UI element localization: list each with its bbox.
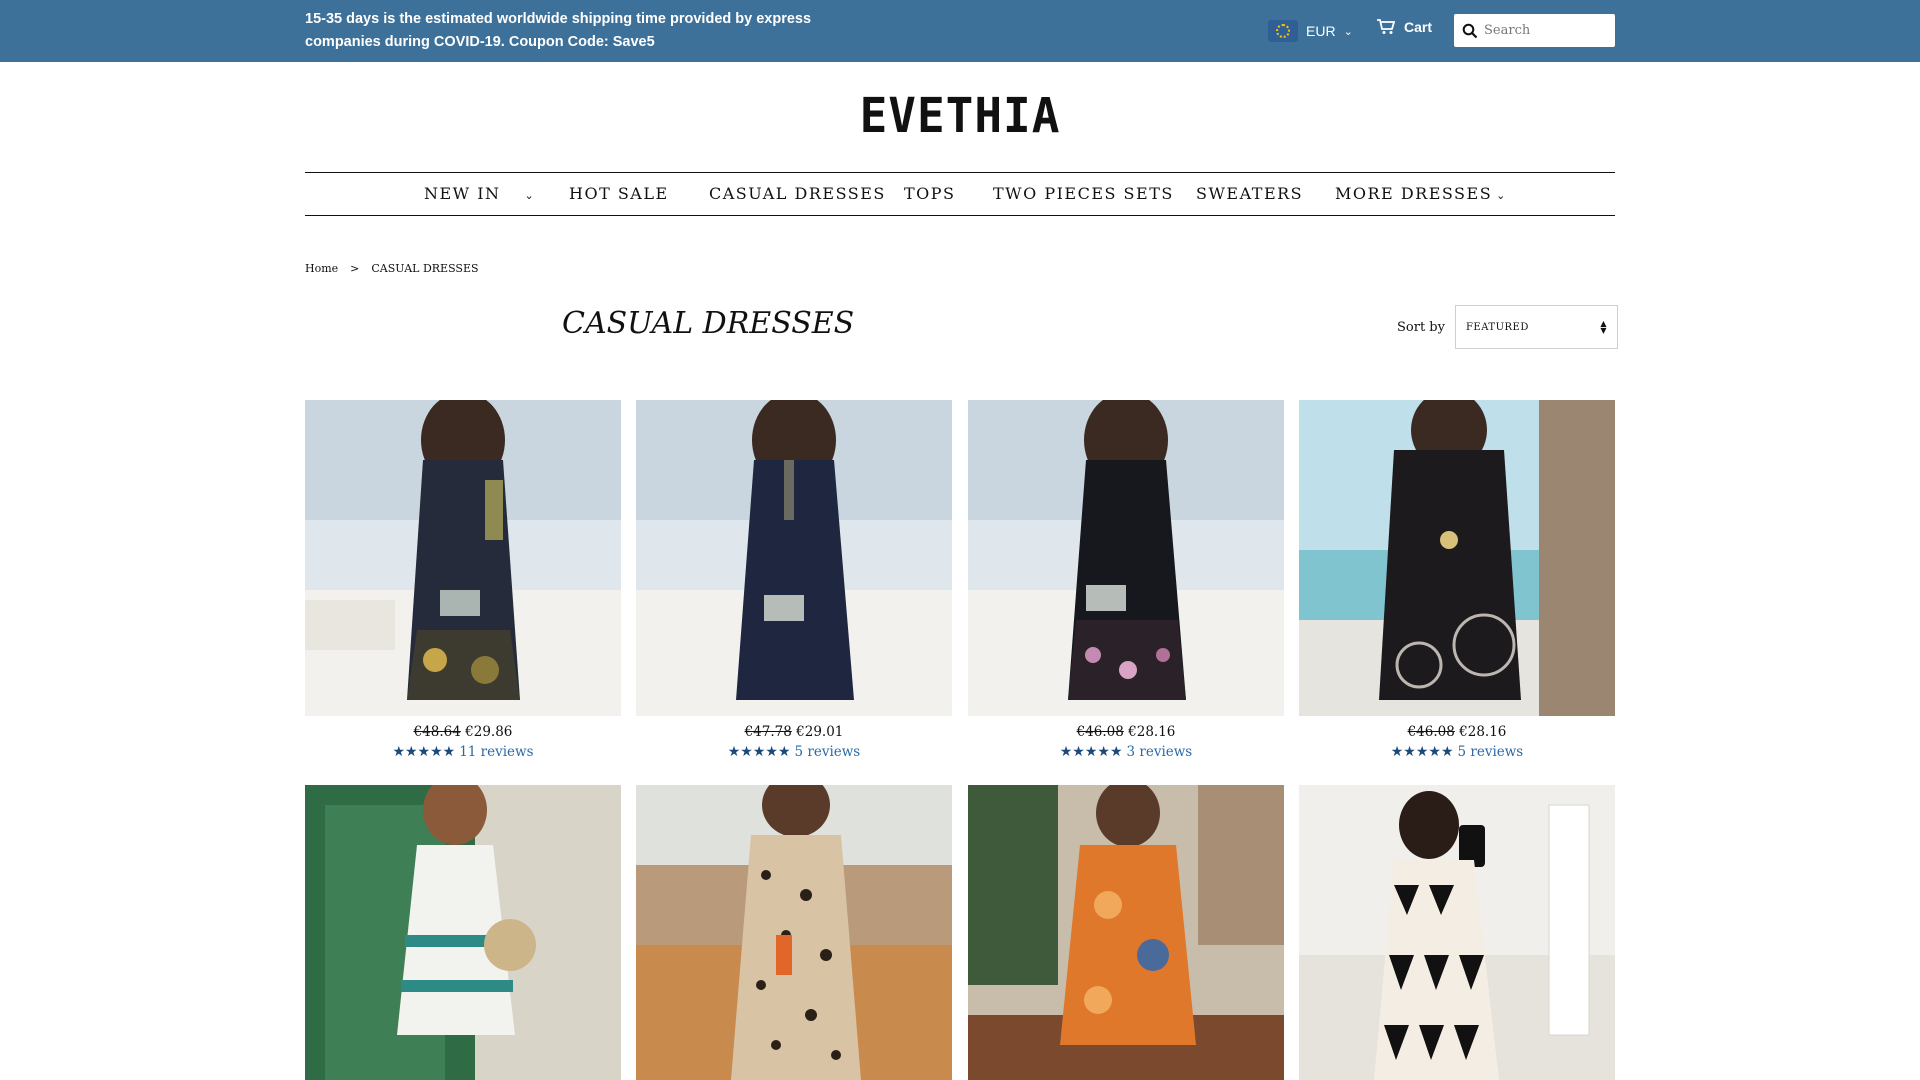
product-card[interactable] — [305, 785, 621, 1080]
nav-item-new-in[interactable]: NEW IN ⌄ — [424, 184, 535, 203]
sale-price: €29.01 — [796, 724, 844, 740]
product-image[interactable] — [968, 785, 1284, 1080]
product-price: €46.08 €28.16 — [1299, 724, 1615, 740]
page-title: CASUAL DRESSES — [562, 306, 855, 341]
star-rating-icon: ★★★★★ — [392, 744, 456, 760]
product-card[interactable]: €47.78 €29.01 ★★★★★ 5 reviews — [636, 400, 952, 760]
chevron-down-icon: ⌄ — [1343, 24, 1353, 38]
reviews-link[interactable]: 5 reviews — [1458, 744, 1524, 760]
nav-label: TOPS — [904, 184, 956, 203]
product-image[interactable] — [636, 785, 952, 1080]
product-image[interactable] — [968, 400, 1284, 716]
original-price: €47.78 — [744, 724, 792, 740]
sale-price: €29.86 — [465, 724, 513, 740]
star-rating-icon: ★★★★★ — [727, 744, 791, 760]
sort-label: Sort by — [1397, 319, 1445, 335]
product-image[interactable] — [305, 400, 621, 716]
product-image[interactable] — [1299, 400, 1615, 716]
product-image[interactable] — [636, 400, 952, 716]
nav-label: MORE DRESSES — [1335, 184, 1493, 203]
sort-control: Sort by FEATURED ▲ ▼ — [1397, 305, 1618, 349]
search-box[interactable] — [1454, 14, 1615, 47]
product-rating: ★★★★★ 5 reviews — [1299, 744, 1615, 760]
product-card[interactable]: €48.64 €29.86 ★★★★★ 11 reviews — [305, 400, 621, 760]
nav-label: SWEATERS — [1196, 184, 1304, 203]
breadcrumb-home[interactable]: Home — [305, 262, 338, 275]
nav-item-more-dresses[interactable]: MORE DRESSES ⌄ — [1335, 184, 1507, 203]
nav-item-tops[interactable]: TOPS — [904, 184, 956, 203]
sort-select[interactable]: FEATURED ▲ ▼ — [1454, 305, 1618, 349]
nav-label: HOT SALE — [569, 184, 669, 203]
star-rating-icon: ★★★★★ — [1390, 744, 1454, 760]
nav-item-hot-sale[interactable]: HOT SALE — [569, 184, 669, 203]
site-logo[interactable]: EVETHIA — [0, 87, 1920, 144]
currency-label: EUR — [1306, 23, 1336, 39]
product-price: €48.64 €29.86 — [305, 724, 621, 740]
product-image[interactable] — [305, 785, 621, 1080]
product-rating: ★★★★★ 3 reviews — [968, 744, 1284, 760]
product-card[interactable]: €46.08 €28.16 ★★★★★ 3 reviews — [968, 400, 1284, 760]
nav-label: TWO PIECES SETS — [993, 184, 1174, 203]
nav-label: NEW IN — [424, 184, 501, 203]
chevron-down-icon: ⌄ — [1496, 189, 1507, 202]
breadcrumb-separator: > — [350, 262, 360, 275]
nav-item-sweaters[interactable]: SWEATERS — [1196, 184, 1303, 203]
announcement-text: 15-35 days is the estimated worldwide sh… — [305, 11, 812, 50]
cart-label: Cart — [1404, 19, 1433, 35]
sale-price: €28.16 — [1128, 724, 1176, 740]
star-rating-icon: ★★★★★ — [1059, 744, 1123, 760]
currency-selector[interactable]: EUR ⌄ — [1268, 17, 1353, 45]
chevron-down-icon: ⌄ — [504, 189, 536, 202]
product-card[interactable] — [1299, 785, 1615, 1080]
nav-item-casual-dresses[interactable]: CASUAL DRESSES — [709, 184, 886, 203]
search-input[interactable] — [1484, 23, 1612, 38]
product-rating: ★★★★★ 11 reviews — [305, 744, 621, 760]
product-price: €46.08 €28.16 — [968, 724, 1284, 740]
reviews-link[interactable]: 3 reviews — [1127, 744, 1193, 760]
product-card[interactable]: €46.08 €28.16 ★★★★★ 5 reviews — [1299, 400, 1615, 760]
eu-flag-icon — [1268, 20, 1298, 42]
product-card[interactable] — [636, 785, 952, 1080]
reviews-link[interactable]: 11 reviews — [459, 744, 533, 760]
announcement-bar: 15-35 days is the estimated worldwide sh… — [0, 0, 1920, 62]
cart-link[interactable]: Cart — [1376, 19, 1432, 35]
product-rating: ★★★★★ 5 reviews — [636, 744, 952, 760]
product-card[interactable] — [968, 785, 1284, 1080]
search-icon[interactable] — [1462, 23, 1478, 39]
nav-item-two-pieces-sets[interactable]: TWO PIECES SETS — [993, 184, 1174, 203]
reviews-link[interactable]: 5 reviews — [795, 744, 861, 760]
breadcrumb: Home > CASUAL DRESSES — [305, 262, 479, 275]
product-price: €47.78 €29.01 — [636, 724, 952, 740]
original-price: €46.08 — [1407, 724, 1455, 740]
breadcrumb-current: CASUAL DRESSES — [371, 262, 479, 275]
select-arrows-icon: ▲ ▼ — [1600, 319, 1607, 335]
nav-label: CASUAL DRESSES — [709, 184, 886, 203]
product-image[interactable] — [1299, 785, 1615, 1080]
main-nav: NEW IN ⌄ HOT SALE CASUAL DRESSES TOPS TW… — [305, 172, 1615, 216]
cart-icon — [1377, 19, 1396, 34]
original-price: €46.08 — [1076, 724, 1124, 740]
sale-price: €28.16 — [1459, 724, 1507, 740]
sort-selected-value: FEATURED — [1465, 321, 1529, 333]
original-price: €48.64 — [413, 724, 461, 740]
